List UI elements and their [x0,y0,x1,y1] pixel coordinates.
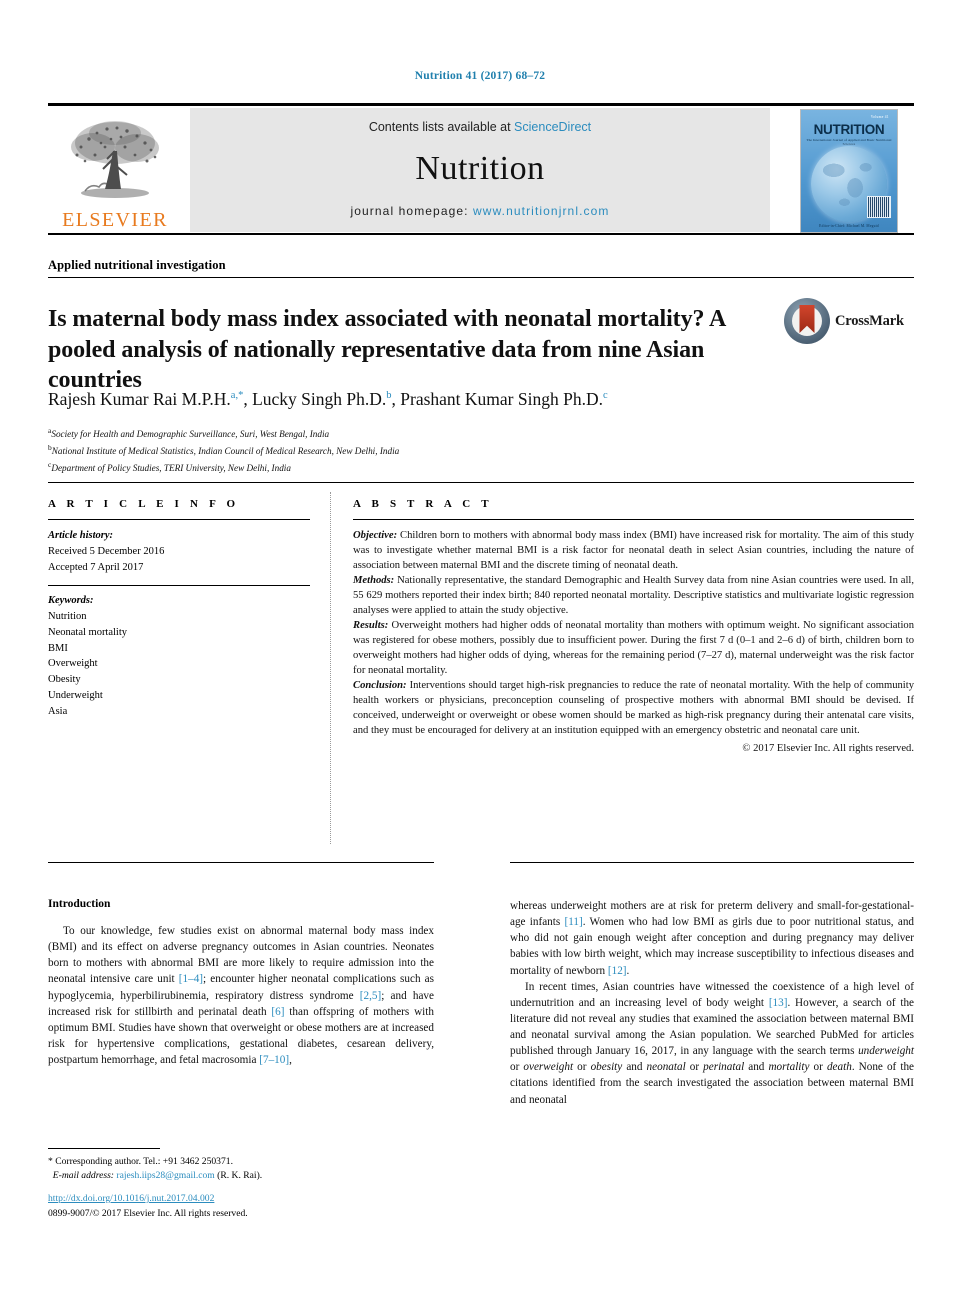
article-info-heading-rule [48,519,310,520]
abstract-band-bottom-rule-left [48,862,434,863]
cover-subtitle: The International Journal of Applied and… [806,138,892,146]
abstract-copyright: © 2017 Elsevier Inc. All rights reserved… [742,743,914,755]
abstract-section-text: Overweight mothers had higher odds of ne… [353,620,914,677]
masthead-bottom-rule [48,233,914,235]
article-info-column: A R T I C L E I N F O Article history: R… [48,498,310,719]
crossmark-icon [784,298,830,344]
keywords-block: Keywords: Nutrition Neonatal mortality B… [48,593,310,719]
abstract-section-text: Children born to mothers with abnormal b… [353,530,914,572]
abstract-section-text: Nationally representative, the standard … [353,575,914,617]
keyword-item: Overweight [48,658,98,670]
abstract-band-top-rule [48,482,914,483]
keyword-item: Asia [48,705,68,717]
article-history-item: Received 5 December 2016 [48,545,165,557]
column-divider [330,492,332,844]
homepage-prefix: journal homepage: [350,204,474,218]
barcode-icon [867,196,891,218]
affiliation-text: Department of Policy Studies, TERI Unive… [51,463,291,473]
paragraph: In recent times, Asian countries have wi… [510,980,915,1106]
abstract-heading: A B S T R A C T [353,498,493,510]
article-category: Applied nutritional investigation [48,258,226,272]
keyword-item: Nutrition [48,611,87,622]
affiliation-text: National Institute of Medical Statistics… [51,446,400,457]
journal-masthead: ELSEVIER Contents lists available at Sci… [48,103,914,235]
email-line: E-mail address: rajesh.iips28@gmail.com … [48,1169,434,1183]
introduction-heading: Introduction [48,898,111,910]
cover-volume: Volume 41 [870,115,889,119]
body-column-right: whereas underweight mothers are at risk … [510,898,914,1108]
article-history-item: Accepted 7 April 2017 [48,561,144,573]
article-info-heading: A R T I C L E I N F O [48,498,240,510]
email-label: E-mail address: [52,1170,114,1182]
elsevier-wordmark: ELSEVIER [62,209,168,231]
journal-cover-thumbnail: Volume 41 NUTRITION The International Jo… [784,108,914,234]
keywords-label: Keywords: [48,595,94,607]
abstract-section: Results: Overweight mothers had higher o… [353,618,914,678]
corresponding-author-line: * Corresponding author. Tel.: +91 3462 2… [48,1156,233,1167]
cover-footer: Editor-in-Chief: Michael M. Meguid [819,224,879,228]
abstract-body: Objective: Children born to mothers with… [353,528,914,756]
keyword-item: BMI [48,642,68,654]
cover-title: NUTRITION [813,122,885,137]
abstract-section-label: Methods: [353,575,395,587]
article-history: Article history: Received 5 December 201… [48,528,310,575]
affiliation-item: aSociety for Health and Demographic Surv… [48,425,748,442]
masthead-top-rule [48,103,914,106]
journal-title: Nutrition [415,150,545,187]
introduction-text-left: To our knowledge, few studies exist on a… [48,923,434,1068]
doi-link[interactable]: http://dx.doi.org/10.1016/j.nut.2017.04.… [48,1192,434,1207]
sciencedirect-link[interactable]: ScienceDirect [514,120,591,134]
paper-page: Nutrition 41 (2017) 68–72 ELSEVIER Conte… [0,0,960,1290]
keyword-item: Underweight [48,689,103,701]
abstract-band-bottom-rule-right [510,862,914,863]
contents-available-line: Contents lists available at ScienceDirec… [369,120,591,134]
abstract-section-label: Objective: [353,530,398,541]
article-history-label: Article history: [48,530,114,541]
page-title: Is maternal body mass index associated w… [48,306,725,394]
keyword-item: Obesity [48,674,81,685]
journal-homepage-line: journal homepage: www.nutritionjrnl.com [350,204,609,218]
abstract-section: Methods: Nationally representative, the … [353,573,914,618]
keywords-rule [48,585,310,587]
author-list: Rajesh Kumar Rai M.P.H.a,*, Lucky Singh … [48,389,608,409]
abstract-section-text: Interventions should target high-risk pr… [353,680,914,737]
paragraph: whereas underweight mothers are at risk … [510,900,915,977]
footnote-text: * Corresponding author. Tel.: +91 3462 2… [48,1155,434,1184]
issn-copyright-line: 0899-9007/© 2017 Elsevier Inc. All right… [48,1207,248,1219]
introduction-text-right: whereas underweight mothers are at risk … [510,898,914,1108]
kicker-rule [48,277,914,278]
abstract-section: Conclusion: Interventions should target … [353,678,914,738]
contents-prefix: Contents lists available at [368,120,515,134]
corresponding-author-footnote: * Corresponding author. Tel.: +91 3462 2… [48,1148,434,1184]
elsevier-logo: ELSEVIER [48,108,182,234]
abstract-column: A B S T R A C T Objective: Children born… [353,498,914,756]
crossmark-badge[interactable]: CrossMark [784,290,904,352]
crossmark-label: CrossMark [835,312,904,329]
elsevier-tree-icon [71,121,159,198]
affiliation-text: Society for Health and Demographic Surve… [51,429,330,440]
email-suffix: (R. K. Rai). [214,1170,263,1182]
footnote-rule [48,1148,160,1149]
cover-image: Volume 41 NUTRITION The International Jo… [800,109,898,233]
abstract-heading-rule [353,519,914,520]
affiliation-list: aSociety for Health and Demographic Surv… [48,425,748,476]
masthead-center: Contents lists available at ScienceDirec… [190,108,770,232]
paragraph: To our knowledge, few studies exist on a… [48,925,434,1066]
abstract-section-label: Results: [353,620,389,632]
abstract-section-label: Conclusion: [353,680,407,692]
abstract-section: Objective: Children born to mothers with… [353,528,914,573]
affiliation-item: bNational Institute of Medical Statistic… [48,442,748,459]
body-column-left: Introduction To our knowledge, few studi… [48,898,434,1068]
running-head: Nutrition 41 (2017) 68–72 [414,70,546,82]
affiliation-item: cDepartment of Policy Studies, TERI Univ… [48,459,748,476]
doi-footer: http://dx.doi.org/10.1016/j.nut.2017.04.… [48,1192,434,1222]
journal-homepage-link[interactable]: www.nutritionjrnl.com [473,204,609,218]
email-link[interactable]: rajesh.iips28@gmail.com [116,1170,214,1181]
keyword-item: Neonatal mortality [48,626,128,638]
crossmark-ribbon-icon [799,305,815,333]
